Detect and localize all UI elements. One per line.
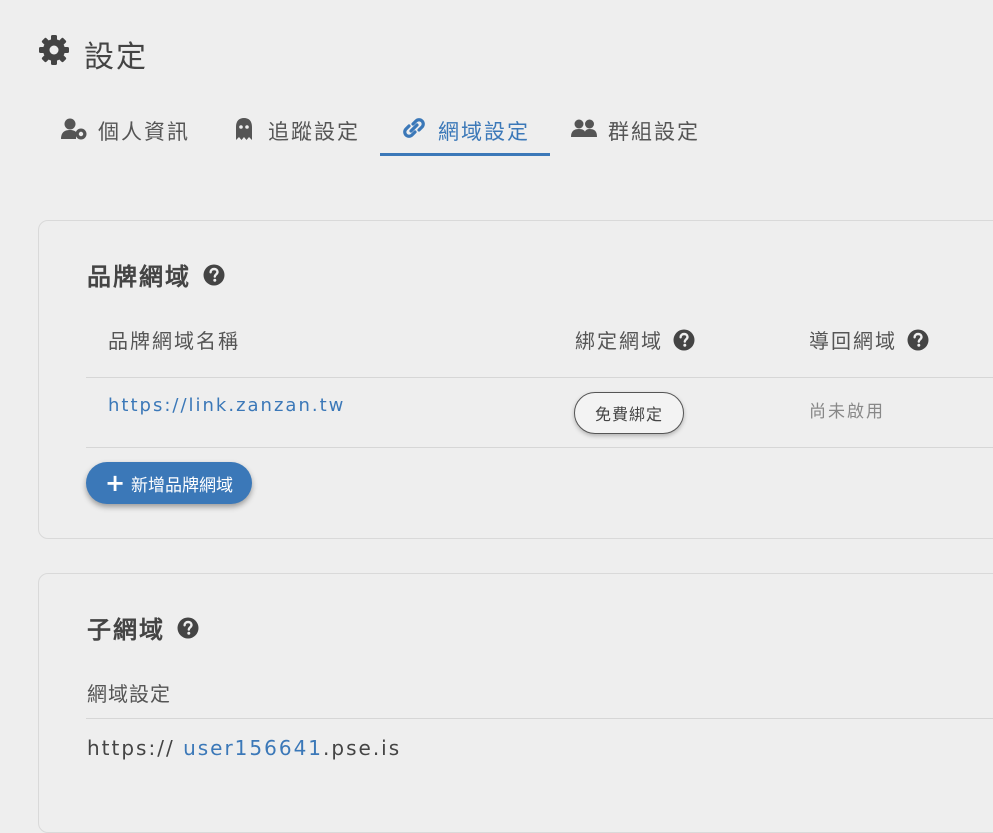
tab-label: 群組設定 bbox=[608, 120, 700, 144]
brand-domain-heading: 品牌網域 bbox=[87, 257, 225, 292]
brand-domain-card: 品牌網域 品牌網域名稱 綁定網域 導回網域 https://link.zanza… bbox=[38, 220, 993, 539]
free-bind-button[interactable]: 免費綁定 bbox=[574, 392, 684, 434]
page-title: 設定 bbox=[38, 32, 148, 76]
subdomain-divider bbox=[86, 718, 993, 719]
tab-label: 網域設定 bbox=[438, 119, 530, 144]
column-header-redirect-text: 導回網域 bbox=[809, 329, 897, 353]
subdomain-card: 子網域 網域設定 https:// user156641.pse.is bbox=[38, 573, 993, 833]
user-gear-icon bbox=[60, 117, 88, 146]
subdomain-heading-text: 子網域 bbox=[87, 616, 165, 644]
subdomain-label: 網域設定 bbox=[87, 682, 171, 706]
tab-tracking[interactable]: 追蹤設定 bbox=[210, 108, 380, 154]
subdomain-suffix: .pse.is bbox=[323, 736, 402, 760]
plus-icon: + bbox=[104, 469, 126, 497]
subdomain-user[interactable]: user156641 bbox=[183, 736, 323, 760]
question-circle-icon[interactable] bbox=[907, 329, 929, 351]
gear-icon bbox=[38, 34, 70, 74]
table-divider bbox=[86, 377, 993, 378]
redirect-status: 尚未啟用 bbox=[809, 402, 885, 422]
question-circle-icon[interactable] bbox=[177, 617, 199, 639]
tab-label: 個人資訊 bbox=[98, 120, 190, 144]
add-brand-domain-button[interactable]: + 新增品牌網域 bbox=[86, 462, 252, 504]
tab-label: 追蹤設定 bbox=[268, 120, 360, 144]
table-divider bbox=[86, 447, 993, 448]
add-brand-domain-label: 新增品牌網域 bbox=[131, 475, 234, 496]
subdomain-prefix: https:// bbox=[87, 736, 175, 760]
users-icon bbox=[570, 117, 598, 146]
link-icon bbox=[400, 116, 428, 145]
tab-groups[interactable]: 群組設定 bbox=[550, 108, 720, 154]
question-circle-icon[interactable] bbox=[203, 264, 225, 286]
tab-profile[interactable]: 個人資訊 bbox=[40, 108, 210, 154]
page-title-text: 設定 bbox=[84, 40, 148, 75]
subdomain-url: https:// user156641.pse.is bbox=[87, 736, 401, 760]
tab-domain[interactable]: 網域設定 bbox=[380, 108, 550, 156]
question-circle-icon[interactable] bbox=[673, 329, 695, 351]
column-header-bind: 綁定網域 bbox=[575, 325, 695, 354]
column-header-name: 品牌網域名稱 bbox=[108, 325, 240, 354]
column-header-redirect: 導回網域 bbox=[809, 325, 929, 354]
brand-domain-heading-text: 品牌網域 bbox=[87, 263, 191, 291]
column-header-bind-text: 綁定網域 bbox=[575, 329, 663, 353]
ghost-icon bbox=[230, 117, 258, 146]
settings-tabs: 個人資訊 追蹤設定 網域設定 群組設定 bbox=[40, 108, 720, 156]
column-header-name-text: 品牌網域名稱 bbox=[108, 329, 240, 353]
brand-domain-link[interactable]: https://link.zanzan.tw bbox=[108, 395, 345, 416]
subdomain-heading: 子網域 bbox=[87, 610, 199, 645]
